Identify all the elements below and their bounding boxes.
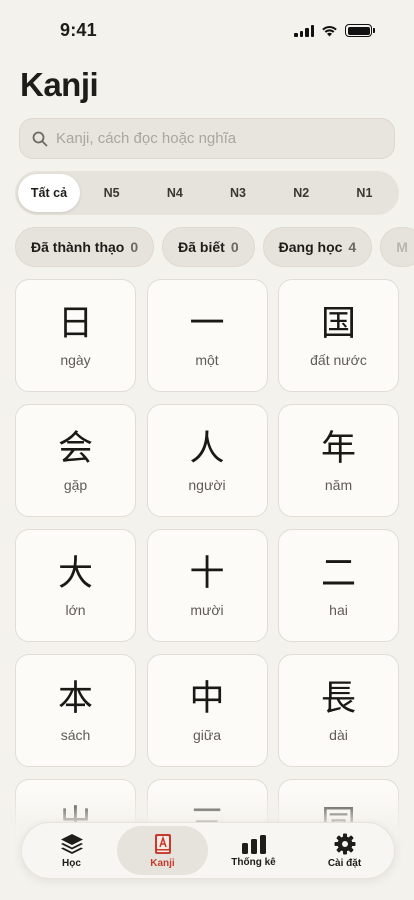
tab-hoc[interactable]: Học xyxy=(26,826,117,875)
chip-label: Đã biết xyxy=(178,239,225,255)
status-icons xyxy=(294,24,375,37)
kanji-meaning: hai xyxy=(329,602,348,618)
level-tab-n1[interactable]: N1 xyxy=(333,174,396,212)
kanji-card[interactable]: 長 dài xyxy=(278,654,399,767)
kanji-card[interactable]: 人 người xyxy=(146,404,268,517)
bar-chart-icon xyxy=(241,834,266,854)
level-tab-n4[interactable]: N4 xyxy=(143,174,206,212)
search-bar[interactable] xyxy=(19,118,395,159)
kanji-card[interactable]: 日 ngày xyxy=(15,279,136,392)
kanji-character: 長 xyxy=(320,679,356,719)
filter-chip-known[interactable]: Đã biết 0 xyxy=(162,227,255,267)
tab-bar: Học Kanji Thống kê Cài đặt xyxy=(21,822,395,879)
page-title: Kanji xyxy=(20,66,99,103)
tab-label: Học xyxy=(62,857,81,869)
chip-label: M xyxy=(396,239,408,255)
kanji-card[interactable]: 二 hai xyxy=(278,529,399,642)
tab-label: Cài đặt xyxy=(327,857,362,869)
kanji-card[interactable]: 本 sách xyxy=(15,654,136,767)
kanji-character: 年 xyxy=(320,429,356,469)
kanji-character: 国 xyxy=(320,304,356,344)
filter-chip-learning[interactable]: Đang học 4 xyxy=(262,227,373,267)
chip-label: Đang học xyxy=(278,239,343,255)
kanji-character: 十 xyxy=(189,554,225,594)
kanji-book-icon xyxy=(154,833,171,854)
level-segmented-control: Tất cả N5 N4 N3 N2 N1 xyxy=(15,171,399,215)
search-input[interactable] xyxy=(56,130,376,147)
tab-kanji[interactable]: Kanji xyxy=(117,826,208,875)
kanji-meaning: giữa xyxy=(192,727,222,743)
tab-thong-ke[interactable]: Thống kê xyxy=(208,826,299,875)
status-time: 9:41 xyxy=(60,20,97,40)
kanji-character: 本 xyxy=(57,679,93,719)
kanji-card[interactable]: 中 giữa xyxy=(146,654,268,767)
chip-label: Đã thành thạo xyxy=(31,239,125,255)
level-tab-n3[interactable]: N3 xyxy=(206,174,269,212)
kanji-meaning: một xyxy=(195,352,219,368)
status-filter-chips: Đã thành thạo 0 Đã biết 0 Đang học 4 M xyxy=(15,227,414,269)
kanji-card[interactable]: 十 mười xyxy=(146,529,268,642)
kanji-meaning: sách xyxy=(60,727,91,743)
kanji-card[interactable]: 会 gặp xyxy=(15,404,136,517)
cellular-signal-icon xyxy=(294,24,314,37)
filter-chip-mastered[interactable]: Đã thành thạo 0 xyxy=(15,227,155,267)
kanji-character: 二 xyxy=(320,554,356,594)
kanji-character: 一 xyxy=(189,304,225,344)
kanji-character: 大 xyxy=(57,554,93,594)
kanji-character: 日 xyxy=(57,304,93,344)
kanji-meaning: lớn xyxy=(65,602,86,618)
kanji-meaning: đất nước xyxy=(310,352,367,368)
gear-icon xyxy=(334,833,355,854)
level-tab-n5[interactable]: N5 xyxy=(80,174,143,212)
kanji-character: 人 xyxy=(189,429,225,469)
kanji-meaning: người xyxy=(188,477,226,493)
kanji-meaning: gặp xyxy=(63,477,88,493)
kanji-card[interactable]: 年 năm xyxy=(278,404,399,517)
battery-icon xyxy=(345,24,375,37)
level-tab-n2[interactable]: N2 xyxy=(270,174,333,212)
tab-cai-dat[interactable]: Cài đặt xyxy=(299,826,390,875)
kanji-meaning: mười xyxy=(190,602,224,618)
layers-icon xyxy=(60,833,83,854)
kanji-card[interactable]: 国 đất nước xyxy=(278,279,399,392)
wifi-icon xyxy=(322,25,337,36)
kanji-meaning: dài xyxy=(329,727,348,743)
chip-count: 0 xyxy=(130,239,139,255)
search-icon xyxy=(32,131,48,146)
kanji-card[interactable]: 大 lớn xyxy=(15,529,136,642)
chip-count: 0 xyxy=(230,239,239,255)
status-bar: 9:41 xyxy=(0,0,414,56)
tab-label: Kanji xyxy=(150,857,175,869)
kanji-character: 中 xyxy=(189,679,225,719)
kanji-card[interactable]: 一 một xyxy=(146,279,268,392)
chip-count: 4 xyxy=(348,239,357,255)
kanji-meaning: ngày xyxy=(60,352,91,368)
tab-label: Thống kê xyxy=(231,856,276,868)
level-tab-all[interactable]: Tất cả xyxy=(18,174,80,212)
kanji-character: 会 xyxy=(57,429,93,469)
filter-chip-more[interactable]: M xyxy=(380,227,414,267)
kanji-meaning: năm xyxy=(324,477,353,493)
